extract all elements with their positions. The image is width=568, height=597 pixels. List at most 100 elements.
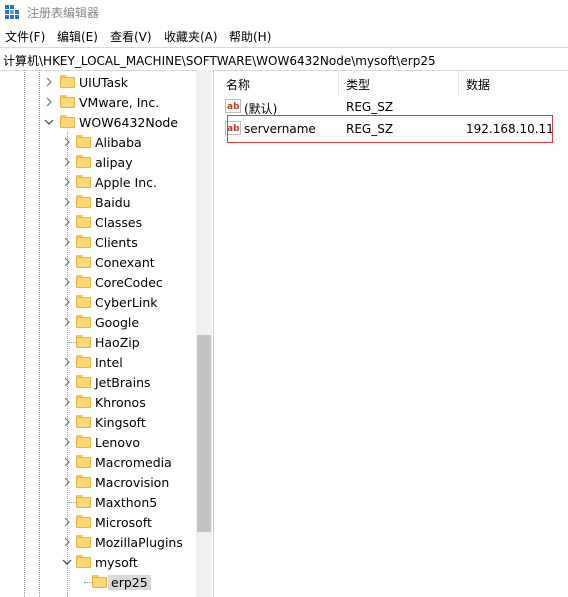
tree-item-label: Macrovision <box>95 475 170 490</box>
tree-item-google[interactable]: Google <box>0 312 195 332</box>
folder-icon <box>76 555 91 568</box>
menu-favorites[interactable]: 收藏夹(A) <box>164 28 218 45</box>
tree-item-label: Baidu <box>95 195 131 210</box>
tree-item-kingsoft[interactable]: Kingsoft <box>0 412 195 432</box>
chevron-right-icon[interactable] <box>44 76 54 88</box>
column-header-data[interactable]: 数据 <box>458 70 568 96</box>
tree-item-label: Maxthon5 <box>95 495 158 510</box>
tree-item-clients[interactable]: Clients <box>0 232 195 252</box>
tree-item-classes[interactable]: Classes <box>0 212 195 232</box>
chevron-right-icon[interactable] <box>62 456 72 468</box>
chevron-right-icon[interactable] <box>62 296 72 308</box>
menu-help[interactable]: 帮助(H) <box>229 28 271 45</box>
tree-item-alipay[interactable]: alipay <box>0 152 195 172</box>
chevron-right-icon[interactable] <box>62 216 72 228</box>
address-bar[interactable]: 计算机\HKEY_LOCAL_MACHINE\SOFTWARE\WOW6432N… <box>0 47 568 71</box>
chevron-right-icon[interactable] <box>62 176 72 188</box>
regedit-icon <box>5 5 19 19</box>
chevron-right-icon[interactable] <box>62 356 72 368</box>
menu-edit[interactable]: 编辑(E) <box>57 28 98 45</box>
tree-item-wow6432node[interactable]: WOW6432Node <box>0 112 195 132</box>
folder-icon <box>76 395 91 408</box>
folder-icon <box>76 375 91 388</box>
chevron-right-icon[interactable] <box>44 96 54 108</box>
tree-item-vmware[interactable]: VMware, Inc. <box>0 92 195 112</box>
chevron-right-icon[interactable] <box>62 196 72 208</box>
tree-item-uiutask[interactable]: UIUTask <box>0 72 195 92</box>
tree-item-macromedia[interactable]: Macromedia <box>0 452 195 472</box>
tree-item-cyberlink[interactable]: CyberLink <box>0 292 195 312</box>
chevron-down-icon[interactable] <box>62 556 72 568</box>
folder-icon <box>76 235 91 248</box>
address-path[interactable]: 计算机\HKEY_LOCAL_MACHINE\SOFTWARE\WOW6432N… <box>3 52 436 69</box>
tree-item-label: Kingsoft <box>95 415 146 430</box>
pane-splitter[interactable] <box>213 70 214 597</box>
tree-item-label: VMware, Inc. <box>79 95 160 110</box>
tree-scroll-thumb[interactable] <box>197 335 211 532</box>
highlight-box <box>227 115 553 143</box>
tree-item-apple[interactable]: Apple Inc. <box>0 172 195 192</box>
tree-item-mozillaplugins[interactable]: MozillaPlugins <box>0 532 195 552</box>
chevron-right-icon[interactable] <box>62 276 72 288</box>
tree-item-label: Alibaba <box>95 135 142 150</box>
tree-item-alibaba[interactable]: Alibaba <box>0 132 195 152</box>
column-header-name[interactable]: 名称 <box>218 70 338 96</box>
chevron-right-icon[interactable] <box>62 436 72 448</box>
tree-item-label: alipay <box>95 155 133 170</box>
values-list[interactable]: 名称 类型 数据 ab (默认) REG_SZ ab servername RE… <box>218 70 568 597</box>
column-header-type[interactable]: 类型 <box>338 70 458 96</box>
value-type: REG_SZ <box>346 100 394 114</box>
folder-icon <box>76 155 91 168</box>
tree-connector <box>68 342 76 343</box>
folder-icon <box>76 435 91 448</box>
tree-item-khronos[interactable]: Khronos <box>0 392 195 412</box>
tree-item-jetbrains[interactable]: JetBrains <box>0 372 195 392</box>
tree-item-label: Khronos <box>95 395 146 410</box>
tree-connector <box>68 502 76 503</box>
folder-icon <box>76 515 91 528</box>
chevron-right-icon[interactable] <box>62 516 72 528</box>
tree-item-maxthon5[interactable]: Maxthon5 <box>0 492 195 512</box>
chevron-right-icon[interactable] <box>62 536 72 548</box>
folder-icon <box>76 455 91 468</box>
folder-open-icon <box>92 575 107 588</box>
tree-item-microsoft[interactable]: Microsoft <box>0 512 195 532</box>
chevron-right-icon[interactable] <box>62 316 72 328</box>
tree-item-haozip[interactable]: HaoZip <box>0 332 195 352</box>
folder-icon <box>76 255 91 268</box>
chevron-right-icon[interactable] <box>62 236 72 248</box>
chevron-right-icon[interactable] <box>62 156 72 168</box>
tree-item-label: WOW6432Node <box>79 115 178 130</box>
folder-icon <box>76 355 91 368</box>
key-tree[interactable]: UIUTask VMware, Inc. WOW6432Node Alibaba… <box>0 70 213 597</box>
chevron-right-icon[interactable] <box>62 396 72 408</box>
title-bar: 注册表编辑器 <box>0 0 568 24</box>
chevron-right-icon[interactable] <box>62 136 72 148</box>
folder-icon <box>76 215 91 228</box>
tree-item-baidu[interactable]: Baidu <box>0 192 195 212</box>
folder-icon <box>60 75 75 88</box>
menu-file[interactable]: 文件(F) <box>5 28 45 45</box>
tree-item-label: Conexant <box>95 255 155 270</box>
tree-item-lenovo[interactable]: Lenovo <box>0 432 195 452</box>
menu-bar: 文件(F) 编辑(E) 查看(V) 收藏夹(A) 帮助(H) <box>0 26 568 46</box>
tree-item-mysoft[interactable]: mysoft <box>0 552 195 572</box>
tree-item-label: CyberLink <box>95 295 158 310</box>
tree-item-label: Intel <box>95 355 123 370</box>
chevron-right-icon[interactable] <box>62 376 72 388</box>
tree-item-corecodec[interactable]: CoreCodec <box>0 272 195 292</box>
chevron-right-icon[interactable] <box>62 416 72 428</box>
chevron-right-icon[interactable] <box>62 476 72 488</box>
tree-item-label: UIUTask <box>79 75 128 90</box>
tree-item-macrovision[interactable]: Macrovision <box>0 472 195 492</box>
chevron-down-icon[interactable] <box>44 116 54 128</box>
menu-view[interactable]: 查看(V) <box>110 28 152 45</box>
tree-item-conexant[interactable]: Conexant <box>0 252 195 272</box>
tree-item-label: Apple Inc. <box>95 175 158 190</box>
string-value-icon: ab <box>225 99 241 113</box>
tree-item-label: MozillaPlugins <box>95 535 183 550</box>
tree-connector <box>84 582 92 583</box>
tree-item-erp25[interactable]: erp25 <box>0 572 195 592</box>
tree-item-intel[interactable]: Intel <box>0 352 195 372</box>
chevron-right-icon[interactable] <box>62 256 72 268</box>
